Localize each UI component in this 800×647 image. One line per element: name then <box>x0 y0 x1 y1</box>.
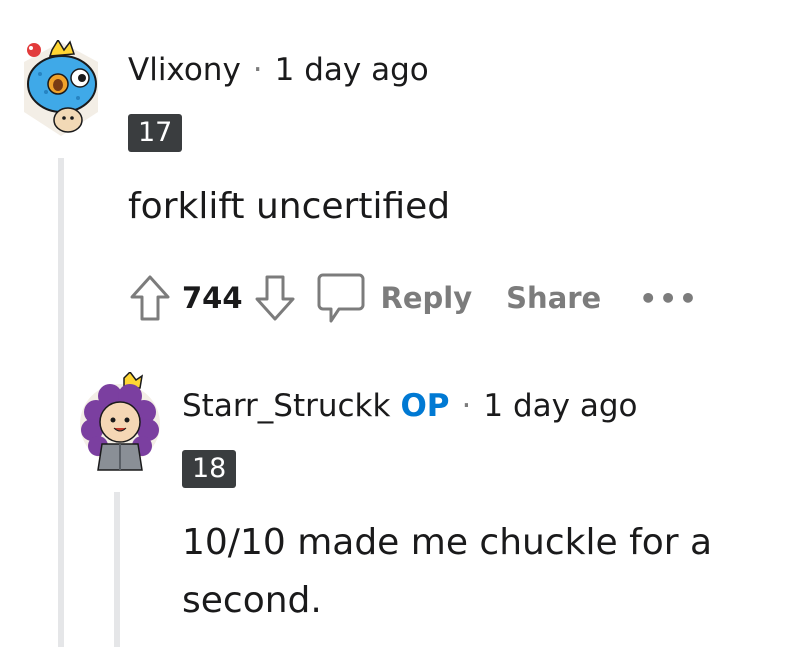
comment-actions: 744 Reply Share ••• <box>124 268 699 328</box>
vote-count: 744 <box>182 281 243 315</box>
timestamp-link[interactable]: 1 day ago <box>275 52 429 88</box>
upvote-arrow-icon[interactable] <box>124 268 176 328</box>
separator-dot: · <box>252 52 263 88</box>
comment-meta: Starr_Struckk OP · 1 day ago <box>182 388 637 424</box>
reply-speech-bubble-icon[interactable] <box>315 268 367 328</box>
downvote-arrow-icon[interactable] <box>249 268 301 328</box>
reply-button[interactable]: Reply <box>381 281 473 315</box>
thread-line-nested[interactable] <box>114 492 120 647</box>
curly-hair-character-avatar-icon[interactable] <box>80 372 160 472</box>
username-link[interactable]: Starr_Struckk <box>182 388 390 424</box>
timestamp-link[interactable]: 1 day ago <box>483 388 637 424</box>
user-flair: 18 <box>182 450 237 488</box>
more-options-icon[interactable]: ••• <box>639 282 699 315</box>
user-flair: 17 <box>128 114 183 152</box>
blue-fish-avatar-icon[interactable] <box>22 40 100 138</box>
comment-meta: Vlixony · 1 day ago <box>128 52 429 88</box>
separator-dot: · <box>461 388 472 424</box>
comment-body: forklift uncertified <box>128 186 451 227</box>
thread-line[interactable] <box>58 158 64 647</box>
username-link[interactable]: Vlixony <box>128 52 241 88</box>
comment-body: 10/10 made me chuckle for a second. <box>182 522 713 621</box>
op-badge: OP <box>400 388 450 424</box>
share-button[interactable]: Share <box>506 281 601 315</box>
